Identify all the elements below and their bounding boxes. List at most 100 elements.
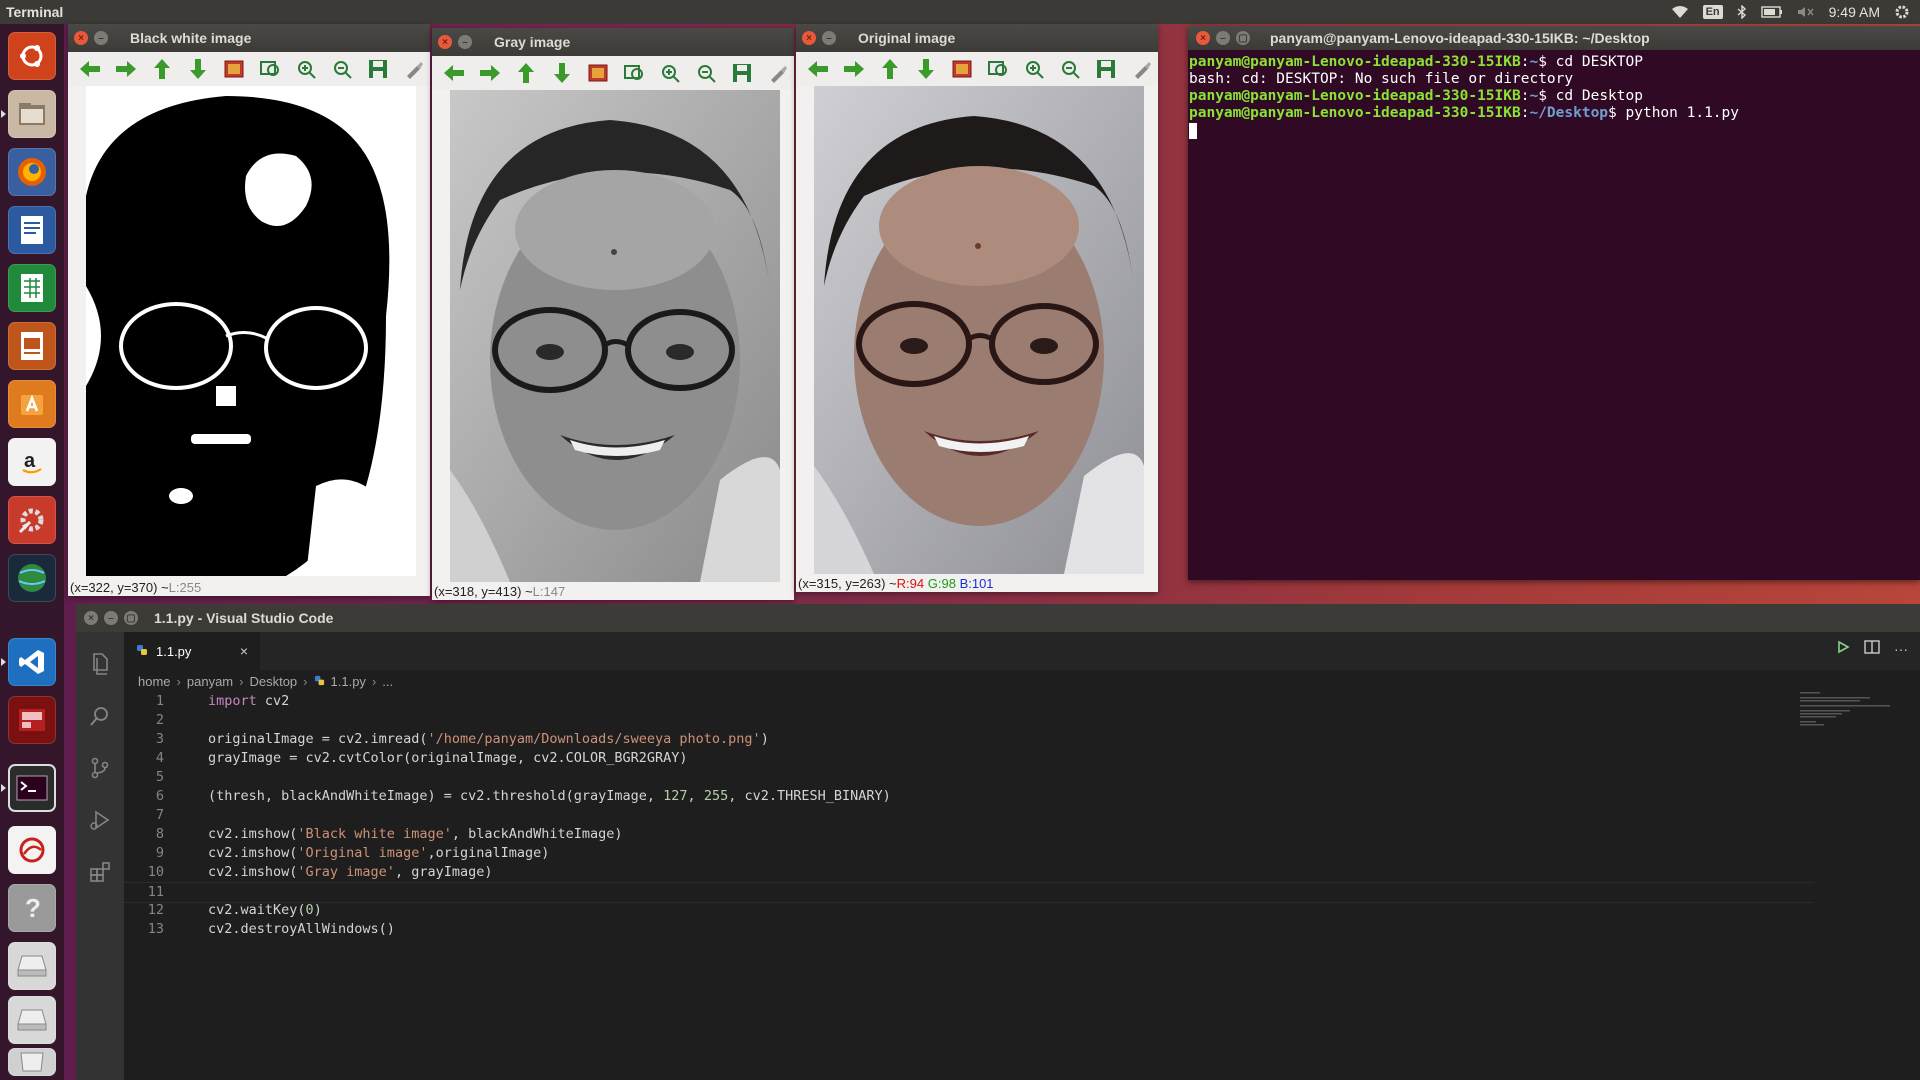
zoom-original-icon[interactable]: [948, 56, 976, 82]
firefox-icon[interactable]: [8, 148, 56, 196]
code-line[interactable]: 13 cv2.destroyAllWindows(): [124, 920, 1814, 939]
zoom-original-icon[interactable]: [220, 56, 248, 82]
pan-down-icon[interactable]: [548, 60, 576, 86]
terminal-output[interactable]: panyam@panyam-Lenovo-ideapad-330-15IKB:~…: [1188, 50, 1920, 139]
window-titlebar[interactable]: × – Black white image: [68, 24, 430, 52]
code-line[interactable]: 9 cv2.imshow('Original image',originalIma…: [124, 844, 1814, 863]
zoom-in-icon[interactable]: [656, 60, 684, 86]
terminal-icon[interactable]: [8, 764, 56, 812]
amazon-icon[interactable]: a: [8, 438, 56, 486]
libreoffice-writer-icon[interactable]: [8, 206, 56, 254]
zoom-out-icon[interactable]: [328, 56, 356, 82]
close-button[interactable]: ×: [84, 611, 98, 625]
save-icon[interactable]: [728, 60, 756, 86]
search-icon[interactable]: [88, 704, 112, 728]
window-titlebar[interactable]: × – Original image: [796, 24, 1158, 52]
close-button[interactable]: ×: [1196, 31, 1210, 45]
minimize-button[interactable]: –: [104, 611, 118, 625]
breadcrumb-item[interactable]: 1.1.py: [331, 674, 366, 689]
breadcrumb-item[interactable]: home: [138, 674, 171, 689]
zoom-out-icon[interactable]: [1056, 56, 1084, 82]
pan-left-icon[interactable]: [76, 56, 104, 82]
minimize-button[interactable]: –: [1216, 31, 1230, 45]
save-icon[interactable]: [364, 56, 392, 82]
pan-up-icon[interactable]: [876, 56, 904, 82]
code-line[interactable]: 8 cv2.imshow('Black white image', blackAn…: [124, 825, 1814, 844]
run-debug-icon[interactable]: [88, 808, 112, 832]
terminal-window[interactable]: × – ▢ panyam@panyam-Lenovo-ideapad-330-1…: [1188, 26, 1920, 580]
code-line[interactable]: 12 cv2.waitKey(0): [124, 901, 1814, 920]
gray-image-canvas[interactable]: [450, 90, 780, 582]
extensions-icon[interactable]: [88, 860, 112, 884]
run-python-file-icon[interactable]: [1836, 640, 1850, 657]
app-swirl-icon[interactable]: [8, 826, 56, 874]
code-line[interactable]: 4 grayImage = cv2.cvtColor(originalImage,…: [124, 749, 1814, 768]
pan-down-icon[interactable]: [184, 56, 212, 82]
volume-muted-icon[interactable]: [1797, 5, 1815, 19]
vscode-window[interactable]: × – ▢ 1.1.py - Visual Studio Code 1.1.py…: [76, 604, 1920, 1080]
code-line[interactable]: 10 cv2.imshow('Gray image', grayImage): [124, 863, 1814, 882]
keyboard-layout-indicator[interactable]: En: [1702, 5, 1723, 19]
gray-image-window[interactable]: × – Gray image (x=318, y=413) ~ L:147: [432, 28, 794, 600]
libreoffice-calc-icon[interactable]: [8, 264, 56, 312]
system-settings-icon[interactable]: [8, 496, 56, 544]
close-button[interactable]: ×: [74, 31, 88, 45]
libreoffice-impress-icon[interactable]: [8, 322, 56, 370]
trash-icon[interactable]: [8, 1048, 56, 1076]
files-icon[interactable]: [8, 90, 56, 138]
black-white-image-canvas[interactable]: [86, 86, 416, 576]
code-line[interactable]: 7: [124, 806, 1814, 825]
close-button[interactable]: ×: [802, 31, 816, 45]
zoom-in-icon[interactable]: [1020, 56, 1048, 82]
tab-1-1-py[interactable]: 1.1.py ×: [124, 632, 260, 670]
settings-gear-icon[interactable]: [1894, 4, 1910, 20]
code-line[interactable]: 2: [124, 711, 1814, 730]
drive-icon[interactable]: [8, 942, 56, 990]
source-control-icon[interactable]: [88, 756, 112, 780]
explorer-icon[interactable]: [88, 652, 112, 676]
code-line[interactable]: 6 (thresh, blackAndWhiteImage) = cv2.thre…: [124, 787, 1814, 806]
bluetooth-icon[interactable]: [1737, 5, 1747, 19]
minimize-button[interactable]: –: [94, 31, 108, 45]
pan-right-icon[interactable]: [476, 60, 504, 86]
pan-up-icon[interactable]: [512, 60, 540, 86]
breadcrumb-item[interactable]: panyam: [187, 674, 233, 689]
zoom-original-icon[interactable]: [584, 60, 612, 86]
wifi-icon[interactable]: [1671, 5, 1689, 19]
black-white-image-window[interactable]: × – Black white image (x=322, y=370) ~ L…: [68, 24, 430, 596]
pan-left-icon[interactable]: [804, 56, 832, 82]
pan-up-icon[interactable]: [148, 56, 176, 82]
drive-2-icon[interactable]: [8, 996, 56, 1044]
original-image-window[interactable]: × – Original image (x=315, y=263) ~ R:94…: [796, 24, 1158, 592]
zoom-fit-icon[interactable]: [256, 56, 284, 82]
breadcrumb-item[interactable]: ...: [382, 674, 393, 689]
original-image-canvas[interactable]: [814, 86, 1144, 574]
code-line[interactable]: 1 import cv2: [124, 692, 1814, 711]
close-button[interactable]: ×: [438, 35, 452, 49]
pan-down-icon[interactable]: [912, 56, 940, 82]
window-titlebar[interactable]: × – ▢ 1.1.py - Visual Studio Code: [76, 604, 1920, 632]
breadcrumb-item[interactable]: Desktop: [249, 674, 297, 689]
properties-brush-icon[interactable]: [400, 56, 428, 82]
split-editor-icon[interactable]: [1864, 640, 1880, 657]
maximize-button[interactable]: ▢: [124, 611, 138, 625]
zoom-in-icon[interactable]: [292, 56, 320, 82]
more-actions-icon[interactable]: ···: [1894, 641, 1908, 657]
close-tab-icon[interactable]: ×: [240, 643, 248, 659]
pan-right-icon[interactable]: [840, 56, 868, 82]
vscode-icon[interactable]: [8, 638, 56, 686]
clock[interactable]: 9:49 AM: [1829, 4, 1880, 20]
minimize-button[interactable]: –: [458, 35, 472, 49]
properties-brush-icon[interactable]: [764, 60, 792, 86]
pan-right-icon[interactable]: [112, 56, 140, 82]
software-center-icon[interactable]: [8, 380, 56, 428]
zoom-fit-icon[interactable]: [620, 60, 648, 86]
code-line[interactable]: 11: [124, 882, 1814, 903]
save-icon[interactable]: [1092, 56, 1120, 82]
zoom-out-icon[interactable]: [692, 60, 720, 86]
minimap[interactable]: [1800, 688, 1910, 728]
window-titlebar[interactable]: × – ▢ panyam@panyam-Lenovo-ideapad-330-1…: [1188, 26, 1920, 50]
code-editor[interactable]: 1 import cv2 2 3 originalImage = cv2.imread(…: [124, 692, 1920, 1080]
code-line[interactable]: 3 originalImage = cv2.imread('/home/panya…: [124, 730, 1814, 749]
globe-icon[interactable]: [8, 554, 56, 602]
